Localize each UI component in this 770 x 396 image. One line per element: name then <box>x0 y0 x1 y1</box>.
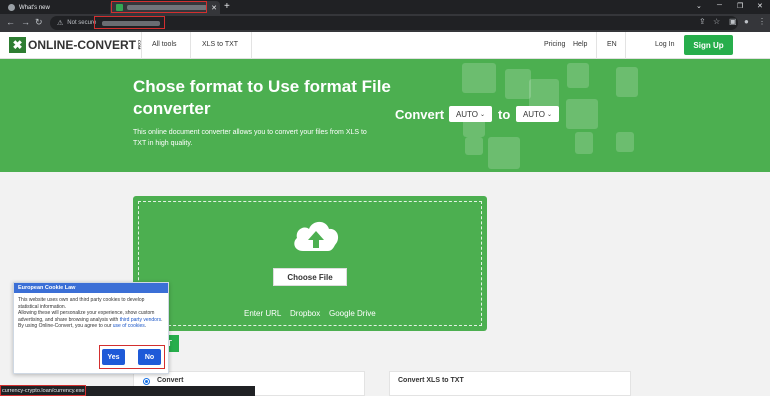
address-bar-row: ← → ↻ ⚠ Not secure ⇪ ☆ ▣ ● ⋮ <box>0 14 770 32</box>
logo[interactable]: ✖ ONLINE-CONVERT COM <box>9 37 142 53</box>
menu-icon[interactable]: ⋮ <box>758 17 766 26</box>
login-link[interactable]: Log In <box>655 41 674 48</box>
logo-mark-icon: ✖ <box>9 37 26 53</box>
close-tab-icon[interactable]: ✕ <box>211 4 217 12</box>
cookie-dialog-body: This website uses own and third party co… <box>18 297 166 330</box>
logo-text: ONLINE-CONVERT <box>28 38 136 52</box>
language-selector[interactable]: EN <box>607 41 617 48</box>
minimize-icon[interactable]: ─ <box>717 2 722 9</box>
choose-file-button[interactable]: Choose File <box>273 268 347 286</box>
enter-url-link[interactable]: Enter URL <box>244 309 281 318</box>
cloud-upload-icon <box>294 221 339 251</box>
signup-button[interactable]: Sign Up <box>684 35 733 55</box>
to-format-select[interactable]: AUTO ⌄ <box>516 106 559 122</box>
page-description: This online document converter allows yo… <box>133 129 367 147</box>
cookie-dialog-title: European Cookie Law <box>14 283 168 293</box>
nav-help[interactable]: Help <box>573 41 587 48</box>
dropbox-link[interactable]: Dropbox <box>290 309 320 318</box>
from-format-value: AUTO <box>455 109 479 119</box>
page-title: Chose format to Use format File converte… <box>133 77 391 118</box>
info-panel: Convert XLS to TXT <box>389 371 631 396</box>
decor-doc-icon <box>465 137 483 155</box>
convert-label: Convert <box>395 107 445 122</box>
tab-whats-new[interactable]: What's new <box>4 1 104 14</box>
to-label: to <box>498 107 511 122</box>
decor-doc-icon <box>616 132 634 152</box>
tab-label: What's new <box>19 4 50 11</box>
cookie-text-1: This website uses own and third party co… <box>18 297 145 310</box>
highlight-box <box>0 385 86 396</box>
profile-icon[interactable]: ● <box>744 17 749 26</box>
decor-doc-icon <box>575 132 593 154</box>
divider <box>190 32 191 59</box>
decor-doc-icon <box>505 69 531 99</box>
highlight-box <box>94 16 165 29</box>
restore-icon[interactable]: ❐ <box>737 2 743 10</box>
new-tab-icon[interactable]: + <box>224 1 230 12</box>
cookie-text-2: Allowing these will personalize your exp… <box>18 310 163 323</box>
decor-pdf-icon <box>566 99 598 129</box>
decor-doc-icon <box>462 63 496 93</box>
chevron-down-icon[interactable]: ⌄ <box>696 2 702 10</box>
cookie-text-3-body: By using Online-Convert, you agree to ou… <box>18 323 113 329</box>
chrome-icon <box>8 4 15 11</box>
decor-jpg-icon <box>529 79 559 109</box>
chevron-down-icon: ⌄ <box>480 111 486 118</box>
highlight-box <box>99 345 165 369</box>
info-panel-title: Convert XLS to TXT <box>398 377 464 384</box>
divider <box>596 32 597 59</box>
close-window-icon[interactable]: ✕ <box>757 2 763 10</box>
security-label: Not secure <box>67 20 97 26</box>
reload-icon[interactable]: ↻ <box>35 17 43 28</box>
dropzone-border <box>138 201 482 326</box>
cookie-dialog: European Cookie Law This website uses ow… <box>13 282 169 374</box>
google-drive-link[interactable]: Google Drive <box>329 309 376 318</box>
decor-chart-icon <box>616 67 638 97</box>
divider <box>141 32 142 59</box>
side-panel-icon[interactable]: ▣ <box>729 17 737 26</box>
decor-doc-icon <box>567 63 589 88</box>
highlight-box <box>111 1 207 13</box>
browser-tab-bar: What's new ✕ + ⌄ ─ ❐ ✕ <box>0 0 770 14</box>
warning-icon: ⚠ <box>57 20 64 27</box>
back-icon[interactable]: ← <box>6 17 15 27</box>
to-format-value: AUTO <box>522 109 546 119</box>
share-icon[interactable]: ⇪ <box>699 17 706 26</box>
hero-section: Chose format to Use format File converte… <box>0 59 770 172</box>
divider <box>251 32 252 59</box>
chevron-down-icon: ⌄ <box>547 111 553 118</box>
use-of-cookies-link[interactable]: use of cookies <box>113 323 145 329</box>
nav-xls-to-txt[interactable]: XLS to TXT <box>202 41 238 48</box>
site-header: ✖ ONLINE-CONVERT COM All tools XLS to TX… <box>0 32 770 59</box>
divider <box>625 32 626 59</box>
decor-chart-icon <box>488 137 520 169</box>
nav-all-tools[interactable]: All tools <box>152 41 177 48</box>
cookie-text-3: By using Online-Convert, you agree to ou… <box>18 323 147 329</box>
from-format-select[interactable]: AUTO ⌄ <box>449 106 492 122</box>
forward-icon[interactable]: → <box>21 17 30 27</box>
convert-radio[interactable] <box>143 378 150 385</box>
convert-option-label: Convert <box>157 377 184 384</box>
bookmark-star-icon[interactable]: ☆ <box>713 17 720 26</box>
nav-pricing[interactable]: Pricing <box>544 41 565 48</box>
third-party-vendors-link[interactable]: third party vendors <box>120 317 161 323</box>
